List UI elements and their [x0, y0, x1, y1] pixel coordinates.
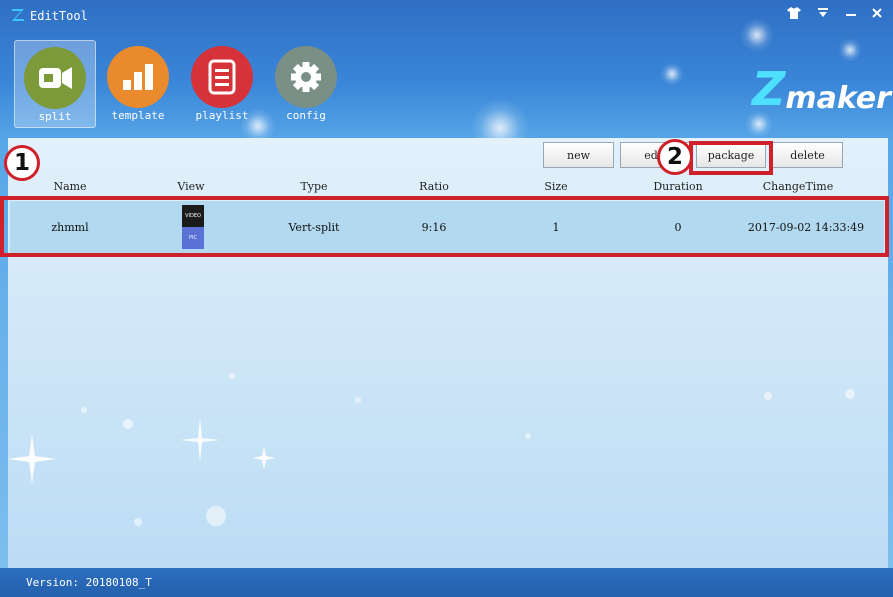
shirt-icon[interactable]: [782, 4, 806, 22]
column-header-ratio[interactable]: Ratio: [404, 180, 464, 193]
row-highlight-box: [0, 196, 889, 257]
app-logo-icon: [12, 9, 24, 21]
bubble-decoration: [660, 62, 684, 86]
minimize-icon[interactable]: [839, 4, 863, 22]
document-list-icon: [191, 46, 253, 108]
version-label: Version: 20180108_T: [26, 576, 152, 589]
bubble-decoration: [838, 38, 862, 62]
nav-item-playlist[interactable]: playlist: [182, 40, 262, 126]
gear-icon: [275, 46, 337, 108]
delete-button[interactable]: delete: [772, 142, 843, 168]
nav-label-template: template: [111, 109, 165, 122]
callout-marker-1: 1: [4, 145, 40, 181]
status-bar: Version: 20180108_T: [0, 568, 893, 597]
dropdown-icon[interactable]: [811, 4, 835, 22]
column-header-view[interactable]: View: [166, 180, 216, 193]
logo-text: maker: [785, 81, 891, 116]
app-window: EditTool split template playlist config …: [0, 0, 893, 597]
nav-item-split[interactable]: split: [14, 40, 96, 128]
nav-label-split: split: [38, 110, 72, 123]
title-bar: EditTool: [0, 0, 893, 34]
nav-label-config: config: [286, 109, 326, 122]
window-title: EditTool: [30, 9, 88, 23]
column-header-size[interactable]: Size: [526, 180, 586, 193]
nav-item-config[interactable]: config: [266, 40, 346, 126]
package-highlight-box: [689, 141, 773, 175]
logo-letter: Z: [752, 62, 786, 116]
nav-item-template[interactable]: template: [98, 40, 178, 126]
video-camera-icon: [24, 47, 86, 109]
column-header-name[interactable]: Name: [40, 180, 100, 193]
zmaker-logo: Zmaker: [752, 62, 891, 116]
callout-marker-2: 2: [657, 139, 693, 175]
column-header-type[interactable]: Type: [284, 180, 344, 193]
nav-label-playlist: playlist: [195, 109, 249, 122]
new-button[interactable]: new: [543, 142, 614, 168]
column-header-changetime[interactable]: ChangeTime: [748, 180, 848, 193]
close-icon[interactable]: [865, 4, 889, 22]
bar-chart-icon: [107, 46, 169, 108]
column-header-duration[interactable]: Duration: [638, 180, 718, 193]
